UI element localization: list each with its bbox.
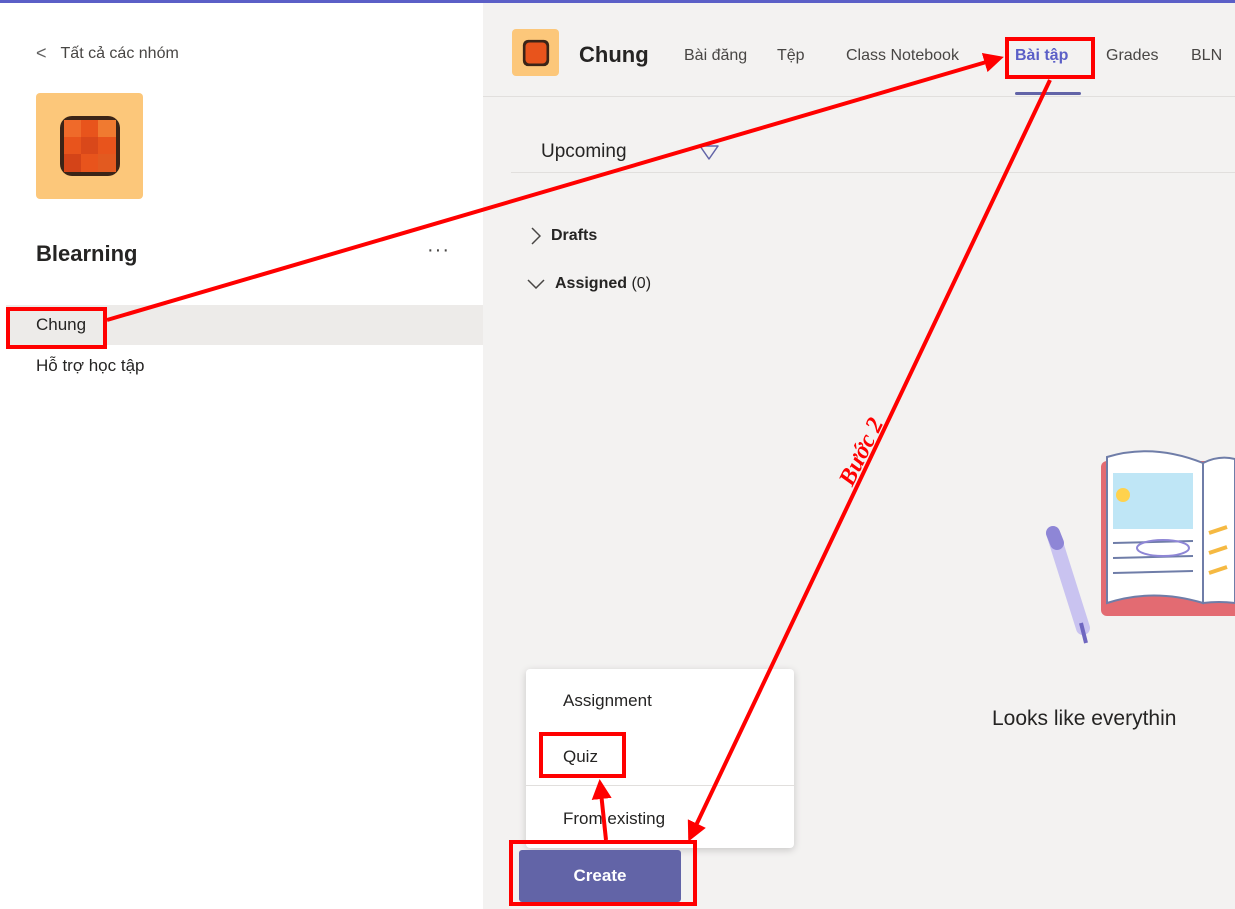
tab-grades[interactable]: Grades (1106, 47, 1158, 65)
channel-title: Chung (579, 42, 649, 67)
menu-item-from-existing[interactable]: From existing (526, 799, 794, 839)
assigned-count: (0) (631, 275, 652, 292)
upcoming-filter[interactable]: Upcoming (541, 141, 627, 163)
team-logo-icon (522, 39, 549, 66)
drafts-group[interactable]: Drafts (531, 227, 597, 245)
menu-divider (526, 785, 794, 786)
team-name: Blearning (36, 241, 138, 266)
empty-state-message: Looks like everythin (992, 707, 1177, 730)
back-to-all-teams[interactable]: < Tất cả các nhóm (36, 43, 179, 64)
assigned-label: Assigned (555, 275, 628, 292)
channel-item-ho-tro-hoc-tap[interactable]: Hỗ trợ học tập (6, 346, 483, 386)
tab-tep[interactable]: Tệp (777, 47, 805, 65)
back-label: Tất cả các nhóm (60, 44, 179, 62)
channel-header: Chung Bài đăng Tệp Class Notebook Bài tậ… (483, 3, 1235, 97)
more-options-button[interactable]: ··· (427, 239, 450, 262)
highlight-box-chung (6, 307, 107, 349)
teams-window: < Tất cả các nhóm Blearning ··· Chung Hỗ… (0, 0, 1235, 909)
filter-icon[interactable] (699, 145, 719, 161)
tab-bln[interactable]: BLN (1191, 47, 1222, 65)
highlight-box-create (509, 840, 697, 906)
assigned-group[interactable]: Assigned (0) (527, 275, 651, 293)
channel-icon (512, 29, 559, 76)
chevron-left-icon: < (36, 43, 47, 63)
drafts-label: Drafts (551, 227, 598, 244)
active-tab-indicator (1015, 92, 1081, 95)
team-logo-icon (59, 116, 120, 176)
tab-bai-dang[interactable]: Bài đăng (684, 47, 747, 65)
chevron-right-icon (531, 227, 541, 245)
highlight-box-bai-tap (1005, 37, 1095, 79)
menu-item-assignment[interactable]: Assignment (526, 681, 794, 721)
highlight-box-quiz (539, 732, 626, 778)
filter-bar: Upcoming (511, 131, 1235, 173)
tab-class-notebook[interactable]: Class Notebook (846, 47, 959, 65)
team-avatar (36, 93, 143, 199)
team-sidebar: < Tất cả các nhóm Blearning ··· Chung Hỗ… (0, 3, 483, 909)
open-book-illustration (1046, 450, 1235, 644)
chevron-down-icon (527, 279, 545, 289)
